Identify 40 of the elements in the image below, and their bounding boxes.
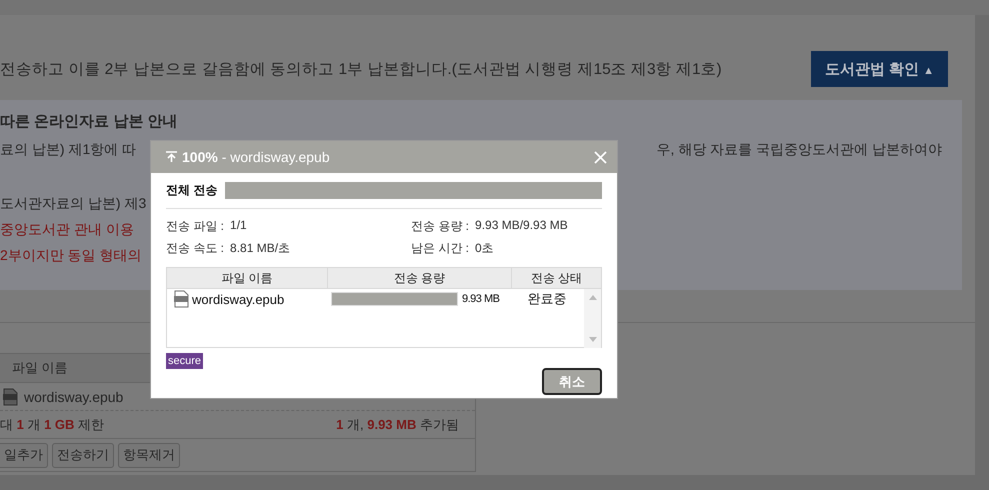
file-action-button[interactable]: 전송하기: [52, 442, 114, 468]
guide-text: 료의 납본) 제1항에 따: [0, 141, 136, 159]
file-action-button[interactable]: 항목제거: [118, 442, 180, 468]
column-header: 전송 용량: [328, 268, 512, 288]
secure-badge: secure: [166, 353, 204, 369]
added-text: 1 개, 9.93 MB 추가됨: [336, 416, 459, 434]
guide-title: 따른 온라인자료 납본 안내: [0, 112, 179, 131]
file-icon: [173, 290, 189, 308]
column-header: 파일 이름: [167, 268, 328, 288]
file-name: wordisway.epub: [192, 292, 284, 306]
dialog-title: 100% - wordisway.epub: [182, 149, 330, 165]
file-action-button[interactable]: 일추가: [0, 442, 48, 468]
stat-value: 8.81 MB/초: [230, 240, 290, 257]
transfer-status: 완료중: [526, 290, 568, 308]
guide-text: 2부이지만 동일 형태의: [0, 247, 142, 265]
column-header: 파일 이름: [12, 359, 68, 377]
stat-value: 9.93 MB/9.93 MB: [475, 218, 568, 234]
guide-text: 중앙도서관 관내 이용: [0, 221, 134, 239]
file-size: 9.93 MB: [462, 293, 500, 305]
guide-text: 우, 해당 자료를 국립중앙도서관에 납본하여야: [656, 141, 942, 159]
stat-label: 전송 용량 :: [411, 218, 470, 235]
total-label: 전체 전송: [166, 182, 218, 199]
scroll-down-icon[interactable]: [588, 337, 596, 342]
close-icon[interactable]: [594, 150, 607, 164]
cancel-button[interactable]: 취소: [542, 368, 602, 395]
stat-label: 전송 파일 :: [166, 218, 224, 235]
column-header: 전송 상태: [530, 270, 584, 286]
guide-text: 도서관자료의 납본) 제3: [0, 195, 146, 213]
file-name: wordisway.epub: [24, 388, 124, 404]
stat-label: 전송 속도 :: [166, 240, 224, 257]
scroll-up-icon[interactable]: [588, 295, 596, 300]
scrollbar[interactable]: [584, 289, 601, 348]
file-icon: [2, 388, 18, 406]
stat-label: 남은 시간 :: [411, 240, 470, 257]
law-check-button[interactable]: 도서관법 확인 ▲: [810, 51, 948, 87]
stat-value: 0초: [475, 240, 494, 257]
stat-value: 1/1: [230, 218, 247, 234]
upload-icon: [166, 151, 177, 163]
consent-text: 전송하고 이를 2부 납본으로 갈음함에 동의하고 1부 납본합니다.(도서관법 시행령 제15조 제3항 제1호): [0, 60, 722, 80]
limit-text: 대 1 개 1 GB 제한: [0, 416, 104, 434]
